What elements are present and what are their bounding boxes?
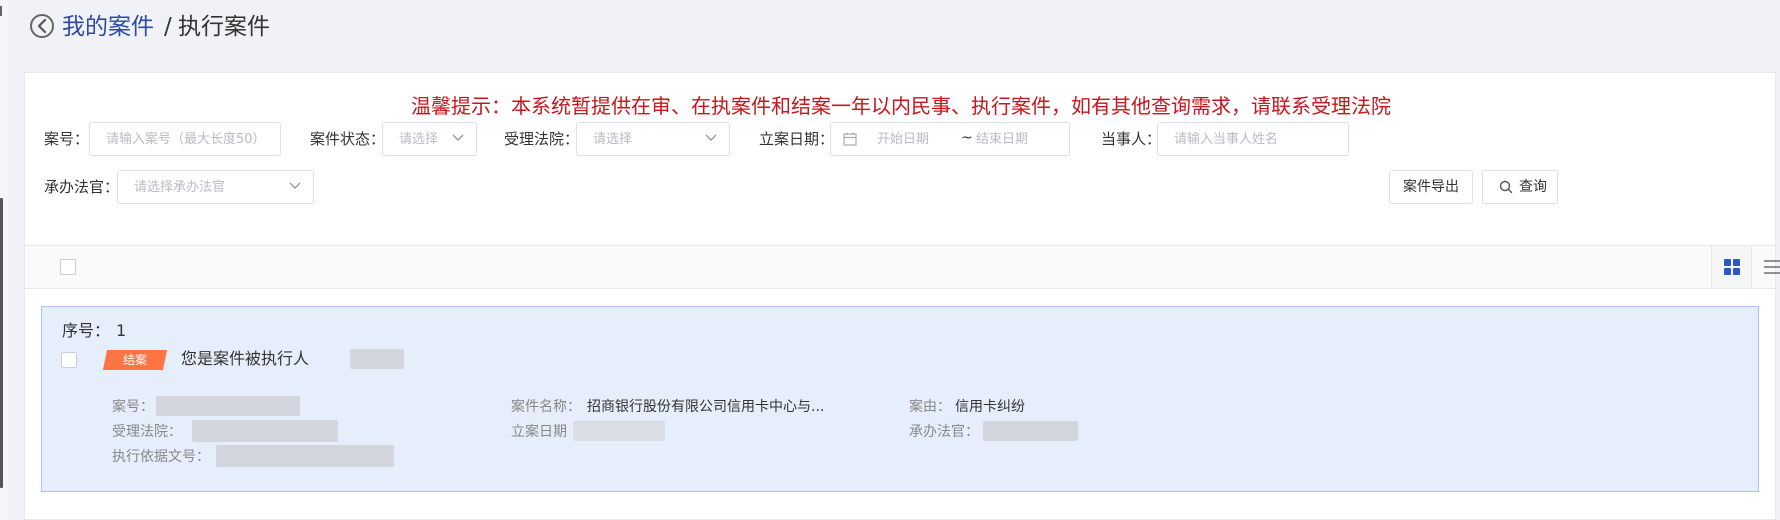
case-seq-label: 序号： — [62, 321, 111, 340]
cause-field-label: 案由： — [909, 399, 951, 415]
select-all-checkbox[interactable] — [60, 259, 76, 275]
case-name-field-label: 案件名称： — [511, 399, 581, 415]
case-status-label: 案件状态： — [310, 130, 386, 148]
case-no-field-label: 案号： — [112, 399, 154, 415]
redacted-basis-doc-no — [216, 445, 394, 467]
basis-doc-field-label: 执行依据文号： — [112, 449, 210, 465]
redacted-judge — [983, 421, 1078, 441]
court-field-label: 受理法院： — [112, 424, 182, 440]
query-button[interactable]: 查询 — [1482, 170, 1558, 204]
export-cases-button[interactable]: 案件导出 — [1389, 170, 1473, 204]
grid-view-icon — [1724, 259, 1740, 275]
judge-label: 承办法官： — [44, 178, 120, 196]
judge-placeholder: 请选择承办法官 — [134, 180, 226, 195]
left-edge-strip — [0, 0, 8, 520]
page: 我的案件 / 执行案件 温馨提示：本系统暂提供在审、在执案件和结案一年以内民事、… — [8, 0, 1780, 520]
page-title: 执行案件 — [178, 14, 270, 40]
status-badge: 结案 — [102, 350, 168, 370]
list-toolbar — [25, 245, 1780, 289]
breadcrumb-my-cases-link[interactable]: 我的案件 — [62, 13, 154, 41]
case-no-input[interactable]: 请输入案号（最大长度50） — [89, 122, 281, 156]
chevron-down-icon — [452, 134, 464, 141]
grid-view-toggle[interactable] — [1711, 246, 1751, 288]
party-label: 当事人： — [1101, 130, 1162, 148]
main-panel: 温馨提示：本系统暂提供在审、在执案件和结案一年以内民事、执行案件，如有其他查询需… — [24, 72, 1780, 520]
cause-value: 信用卡纠纷 — [955, 399, 1025, 415]
case-no-label: 案号： — [44, 130, 90, 148]
case-name-value: 招商银行股份有限公司信用卡中心与... — [587, 399, 825, 415]
case-select-checkbox[interactable] — [61, 352, 77, 368]
list-view-icon — [1764, 260, 1780, 274]
breadcrumb-separator: / — [164, 14, 172, 40]
party-placeholder: 请输入当事人姓名 — [1174, 132, 1279, 147]
chevron-down-icon — [705, 134, 717, 141]
redacted-case-no — [156, 396, 300, 416]
back-circle-icon[interactable] — [30, 14, 54, 38]
chevron-down-icon — [289, 182, 301, 189]
judge-select[interactable]: 请选择承办法官 — [117, 170, 314, 204]
judge-field-label: 承办法官： — [909, 424, 979, 440]
breadcrumb: 我的案件 / 执行案件 — [8, 0, 1780, 56]
redacted-court — [192, 420, 338, 442]
redacted-party-name — [350, 349, 404, 369]
redacted-filing-date — [573, 421, 665, 441]
filing-date-label: 立案日期： — [759, 130, 835, 148]
chevron-left-icon — [37, 18, 47, 34]
case-status-select[interactable]: 请选择 — [382, 122, 477, 156]
case-seq-number: 1 — [116, 321, 127, 340]
case-no-placeholder: 请输入案号（最大长度50） — [106, 132, 266, 147]
edge-scroll-mark[interactable] — [0, 198, 3, 488]
court-label: 受理法院： — [504, 130, 580, 148]
list-view-toggle[interactable] — [1751, 246, 1780, 288]
court-select[interactable]: 请选择 — [576, 122, 730, 156]
party-input[interactable]: 请输入当事人姓名 — [1157, 122, 1349, 156]
query-button-label: 查询 — [1519, 179, 1547, 195]
edge-tick — [0, 6, 4, 16]
calendar-icon — [843, 132, 857, 146]
start-date-input[interactable]: 开始日期 — [877, 131, 929, 148]
court-placeholder: 请选择 — [593, 132, 633, 147]
notice-banner: 温馨提示：本系统暂提供在审、在执案件和结案一年以内民事、执行案件，如有其他查询需… — [411, 94, 1391, 118]
date-range-separator: ~ — [961, 130, 973, 146]
filing-date-range-picker[interactable]: 开始日期 ~ 结束日期 — [830, 122, 1070, 156]
case-status-placeholder: 请选择 — [399, 132, 439, 147]
case-card[interactable]: 序号： 1 结案 您是案件被执行人 案号： 案件名称： 招商银行股份有限公司信用… — [41, 306, 1759, 492]
end-date-input[interactable]: 结束日期 — [976, 131, 1028, 148]
status-badge-label: 结案 — [122, 353, 147, 367]
search-icon — [1499, 180, 1513, 194]
case-card-title[interactable]: 您是案件被执行人 — [181, 348, 309, 370]
filing-date-field-label: 立案日期 — [511, 424, 567, 440]
